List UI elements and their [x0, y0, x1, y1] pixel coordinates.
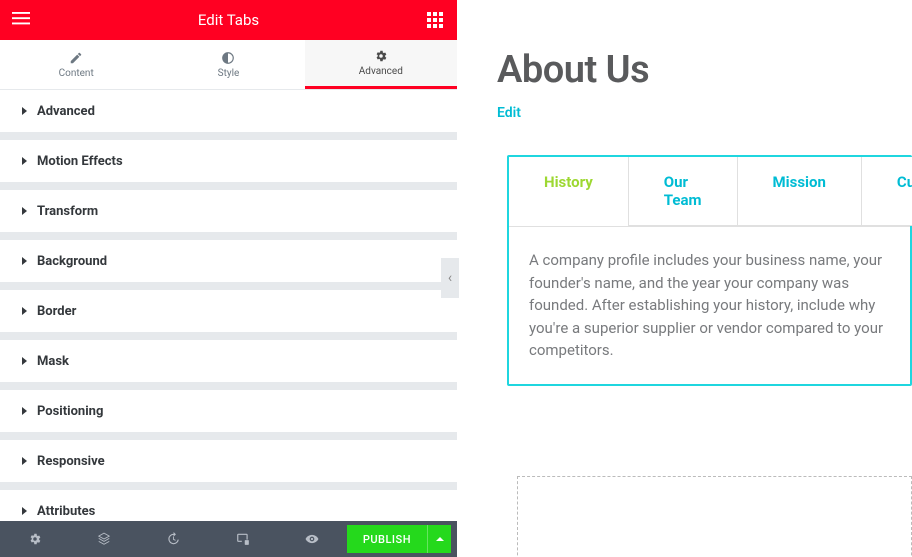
section-label: Responsive	[37, 454, 105, 469]
section-label: Advanced	[37, 104, 95, 119]
edit-link[interactable]: Edit	[497, 105, 521, 121]
section-label: Motion Effects	[37, 154, 123, 169]
section-advanced[interactable]: Advanced	[0, 90, 457, 132]
caret-right-icon	[22, 507, 27, 515]
tab-label: Style	[218, 68, 240, 79]
gear-icon	[374, 49, 388, 63]
apps-icon[interactable]	[427, 12, 443, 28]
panel-footer: PUBLISH	[0, 521, 457, 557]
tab-label: Content	[59, 68, 94, 79]
responsive-icon[interactable]	[208, 521, 277, 557]
widget-tab-content: A company profile includes your business…	[509, 227, 910, 384]
publish-button[interactable]: PUBLISH	[347, 525, 427, 553]
widget-tab-culture[interactable]: Culture	[862, 157, 912, 226]
section-label: Mask	[37, 354, 69, 369]
caret-right-icon	[22, 407, 27, 415]
section-border[interactable]: Border	[0, 290, 457, 332]
section-label: Positioning	[37, 404, 103, 419]
tab-style[interactable]: Style	[152, 40, 304, 89]
tab-content[interactable]: Content	[0, 40, 152, 89]
section-transform[interactable]: Transform	[0, 190, 457, 232]
tab-advanced[interactable]: Advanced	[305, 40, 457, 89]
menu-icon[interactable]	[12, 9, 30, 31]
widget-tab-row: History Our Team Mission Culture	[509, 157, 910, 227]
panel-title: Edit Tabs	[198, 11, 259, 29]
caret-right-icon	[22, 257, 27, 265]
caret-right-icon	[22, 357, 27, 365]
section-background[interactable]: Background	[0, 240, 457, 282]
caret-right-icon	[22, 457, 27, 465]
editor-tabs: Content Style Advanced	[0, 40, 457, 90]
pencil-icon	[69, 51, 83, 65]
tab-label: Advanced	[359, 66, 403, 77]
preview-canvas: About Us Edit History Our Team Mission C…	[457, 0, 912, 557]
section-responsive[interactable]: Responsive	[0, 440, 457, 482]
section-motion-effects[interactable]: Motion Effects	[0, 140, 457, 182]
panel-header: Edit Tabs	[0, 0, 457, 40]
section-mask[interactable]: Mask	[0, 340, 457, 382]
history-icon[interactable]	[139, 521, 208, 557]
section-label: Attributes	[37, 504, 95, 519]
tabs-widget[interactable]: History Our Team Mission Culture A compa…	[507, 155, 912, 386]
sections-list: Advanced Motion Effects Transform Backgr…	[0, 90, 457, 557]
section-positioning[interactable]: Positioning	[0, 390, 457, 432]
section-label: Transform	[37, 204, 98, 219]
caret-right-icon	[22, 207, 27, 215]
section-label: Background	[37, 254, 107, 269]
editor-panel: Edit Tabs Content Style Advanced Advance…	[0, 0, 457, 557]
widget-tab-mission[interactable]: Mission	[738, 157, 862, 226]
caret-right-icon	[22, 307, 27, 315]
caret-right-icon	[22, 107, 27, 115]
caret-right-icon	[22, 157, 27, 165]
settings-icon[interactable]	[0, 521, 69, 557]
widget-tab-our-team[interactable]: Our Team	[629, 157, 738, 226]
empty-section-placeholder[interactable]	[517, 476, 912, 557]
contrast-icon	[221, 51, 235, 65]
publish-options-button[interactable]	[427, 525, 451, 553]
page-title: About Us	[497, 48, 912, 92]
widget-tab-history[interactable]: History	[509, 157, 629, 226]
section-label: Border	[37, 304, 76, 319]
preview-icon[interactable]	[277, 521, 346, 557]
navigator-icon[interactable]	[69, 521, 138, 557]
